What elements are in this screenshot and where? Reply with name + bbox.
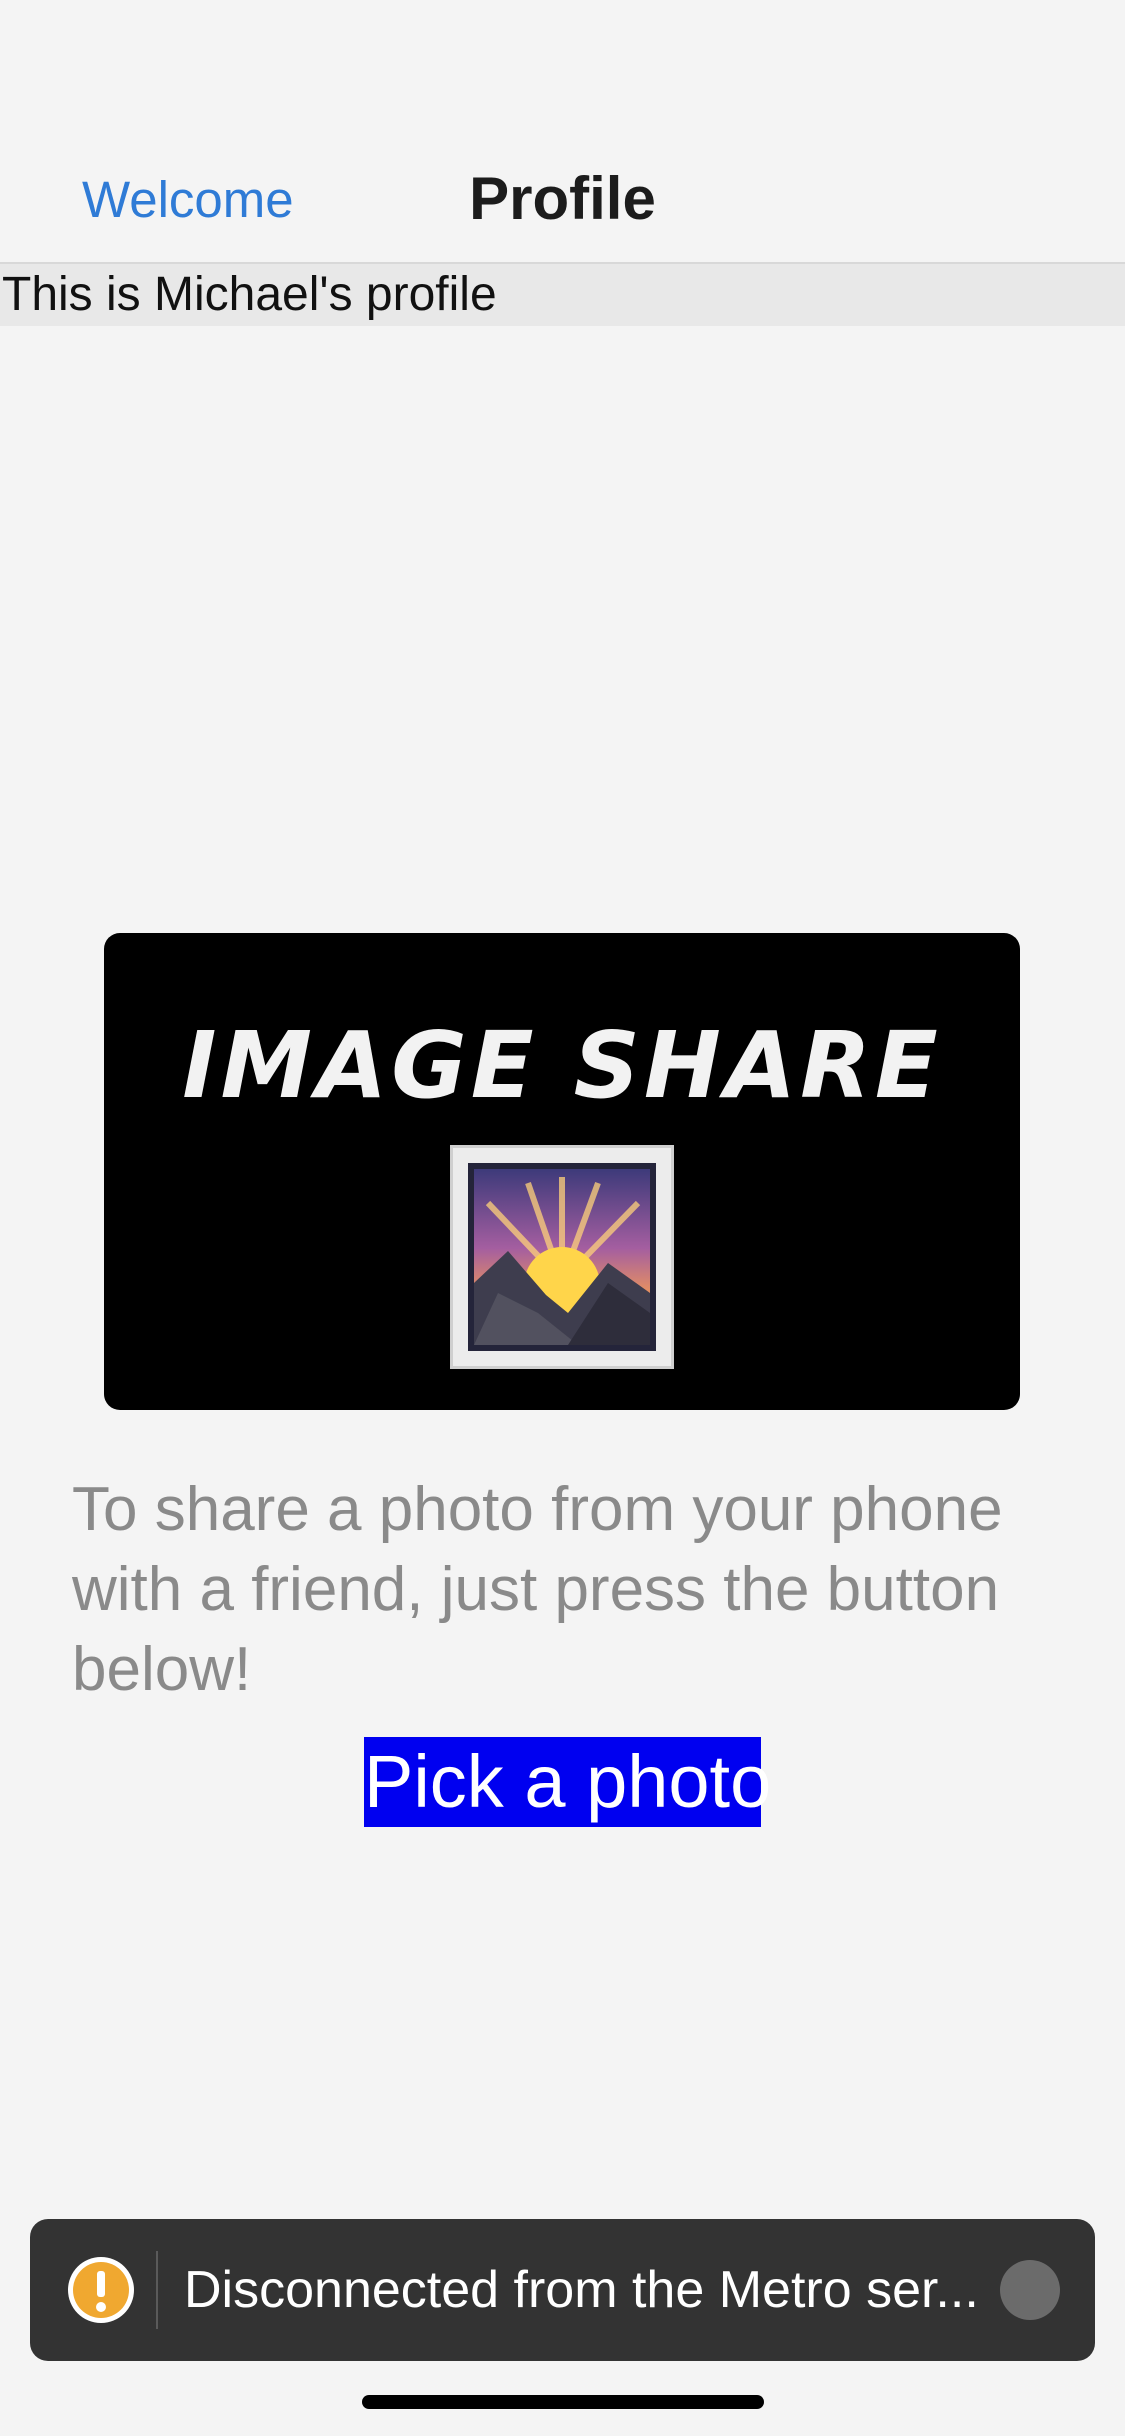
instructions-text: To share a photo from your phone with a … [72,1475,1003,1704]
pick-photo-button[interactable]: Pick a photo [364,1737,771,1827]
framed-sunset-picture-icon [450,1145,674,1369]
dismiss-icon[interactable] [1000,2260,1060,2320]
profile-banner: This is Michael's profile [0,264,1125,326]
toast-divider [156,2251,158,2329]
metro-disconnected-toast[interactable]: Disconnected from the Metro ser... [30,2219,1095,2361]
page-title: Profile [469,165,656,232]
navigation-header: Welcome Profile [0,0,1125,264]
home-indicator[interactable] [362,2395,764,2409]
toast-message: Disconnected from the Metro ser... [184,2261,979,2319]
screen: Welcome Profile This is Michael's profil… [0,0,1125,2436]
logo-text: IMAGE SHARE [182,1012,942,1119]
image-share-logo: IMAGE SHARE [104,933,1020,1410]
warning-icon [66,2255,136,2325]
